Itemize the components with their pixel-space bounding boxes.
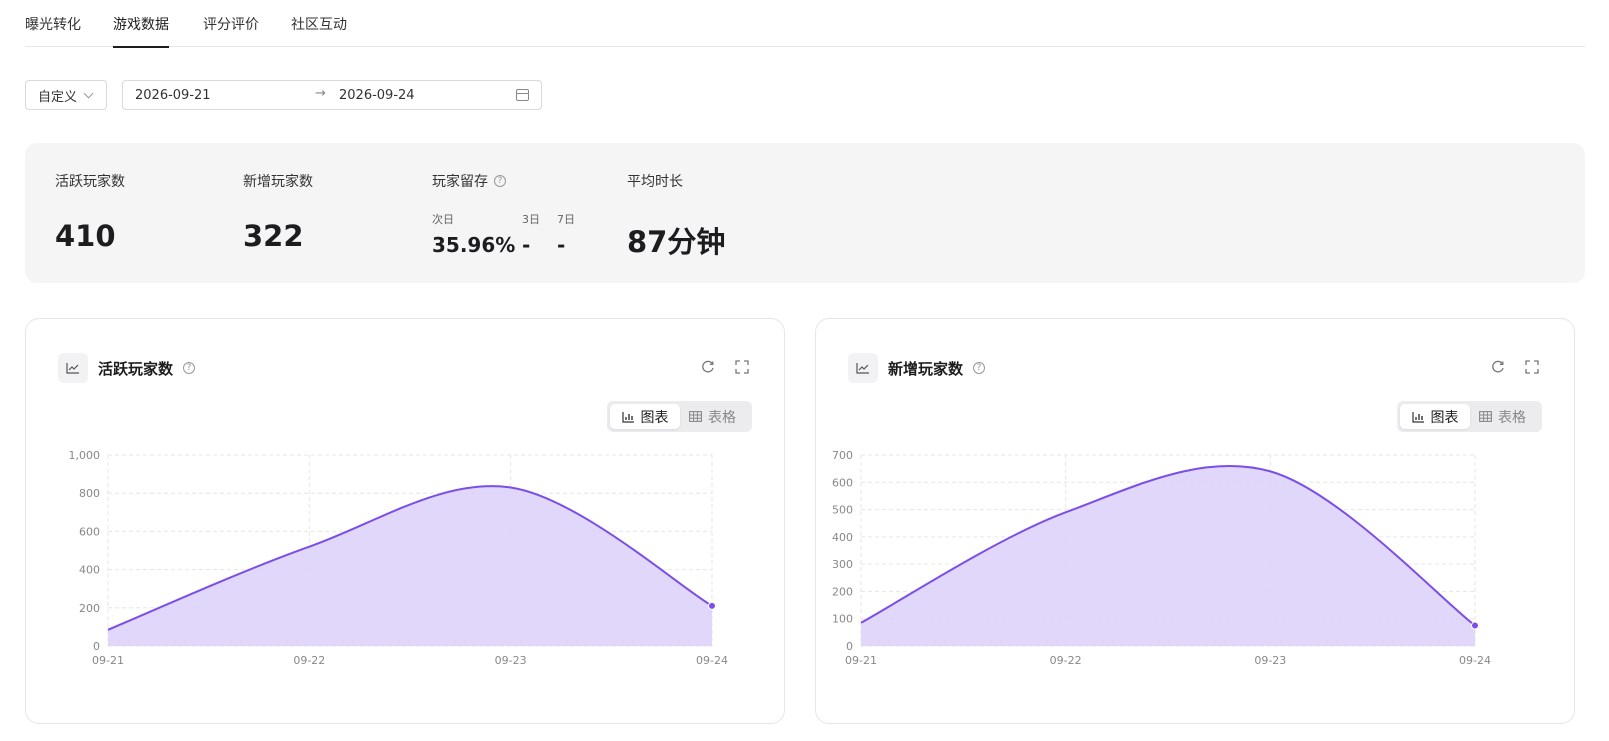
y-tick-label: 500 [832, 504, 853, 517]
arrow-right-icon: → [315, 86, 326, 101]
retention-day7-value: - [557, 233, 566, 257]
tab-game-data[interactable]: 游戏数据 [113, 14, 169, 48]
refresh-icon[interactable] [1490, 359, 1506, 375]
new-players-card: 新增玩家数 ? 图表 表格 0 100 200 300 400 500 600 700 09-2… [815, 318, 1575, 724]
x-tick-label: 09-21 [845, 654, 877, 667]
table-view-button[interactable]: 表格 [689, 404, 749, 429]
tab-community[interactable]: 社区互动 [291, 14, 347, 46]
y-tick-label: 1,000 [69, 449, 101, 462]
y-tick-label: 600 [832, 476, 853, 489]
active-players-card: 活跃玩家数 ? 图表 表格 0 200 400 600 800 1,000 09-21 09-… [25, 318, 785, 724]
fullscreen-icon[interactable] [1524, 359, 1540, 375]
stat-label: 玩家留存 ? [432, 171, 506, 191]
table-view-button[interactable]: 表格 [1479, 404, 1539, 429]
help-icon[interactable]: ? [494, 175, 506, 187]
card-title: 新增玩家数 [888, 359, 964, 378]
x-tick-label: 09-24 [1459, 654, 1491, 667]
chart-view-button[interactable]: 图表 [1400, 404, 1470, 429]
tab-bar: 曝光转化 游戏数据 评分评价 社区互动 [25, 0, 1585, 48]
x-tick-label: 09-22 [1050, 654, 1082, 667]
retention-day3-label: 3日 [522, 213, 540, 226]
retention-day3-value: - [522, 233, 531, 257]
stat-value: 322 [243, 219, 304, 253]
series-area [108, 486, 712, 646]
stat-avg-duration: 平均时长 87分钟 [627, 171, 725, 261]
stats-summary: 活跃玩家数 410 新增玩家数 322 玩家留存 ? 平均时长 87分钟 [25, 143, 1585, 283]
y-tick-label: 800 [79, 487, 100, 500]
chart-view-label: 图表 [1430, 409, 1459, 426]
table-icon [689, 411, 702, 422]
card-header: 活跃玩家数 ? [58, 353, 196, 383]
table-view-label: 表格 [708, 409, 736, 426]
stat-label: 平均时长 [627, 174, 683, 190]
data-point [708, 601, 716, 610]
x-tick-label: 09-22 [293, 654, 325, 667]
chart-view-button[interactable]: 图表 [610, 404, 680, 429]
y-tick-label: 300 [832, 558, 853, 571]
stat-retention: 玩家留存 ? [432, 171, 506, 191]
stat-value: 410 [55, 219, 116, 253]
data-point [1471, 621, 1479, 630]
refresh-icon[interactable] [700, 359, 716, 375]
help-icon[interactable]: ? [183, 362, 196, 374]
y-tick-label: 0 [846, 640, 853, 653]
y-tick-label: 400 [79, 564, 100, 577]
stat-active-players: 活跃玩家数 410 [55, 171, 125, 253]
new-players-area-chart: 0 100 200 300 400 500 600 700 09-21 09-22 09-23 09-… [832, 449, 1491, 667]
series-area [861, 465, 1475, 646]
card-title: 活跃玩家数 [98, 359, 174, 378]
start-date-input[interactable]: 2026-09-21 [135, 88, 211, 103]
bar-chart-icon [621, 411, 634, 423]
help-icon[interactable]: ? [973, 362, 986, 374]
calendar-icon[interactable] [516, 89, 529, 101]
chart-view-label: 图表 [640, 409, 669, 426]
view-toggle: 图表 表格 [607, 401, 752, 432]
active-players-area-chart: 0 200 400 600 800 1,000 09-21 09-22 09-23 09-24 [69, 449, 728, 667]
card-header: 新增玩家数 ? [848, 353, 986, 383]
x-tick-label: 09-24 [696, 654, 728, 667]
y-tick-label: 200 [79, 602, 100, 615]
y-tick-label: 700 [832, 449, 853, 462]
card-tools [1490, 359, 1540, 375]
stat-new-players: 新增玩家数 322 [243, 171, 313, 253]
stat-label: 新增玩家数 [243, 174, 313, 190]
retention-label: 玩家留存 [432, 174, 488, 190]
x-tick-label: 09-23 [1254, 654, 1286, 667]
retention-day7-label: 7日 [557, 213, 575, 226]
table-view-label: 表格 [1498, 409, 1526, 426]
y-tick-label: 100 [832, 613, 853, 626]
x-tick-label: 09-21 [92, 654, 124, 667]
chevron-down-icon [83, 88, 94, 98]
range-type-value: 自定义 [38, 89, 78, 105]
tab-ratings-reviews[interactable]: 评分评价 [203, 14, 259, 46]
stat-value: 87分钟 [627, 225, 726, 259]
view-toggle: 图表 表格 [1397, 401, 1542, 432]
fullscreen-icon[interactable] [734, 359, 750, 375]
card-tools [700, 359, 750, 375]
end-date-input[interactable]: 2026-09-24 [339, 88, 415, 103]
stat-label: 活跃玩家数 [55, 174, 125, 190]
range-type-select[interactable]: 自定义 [25, 80, 107, 110]
tab-exposure-conversion[interactable]: 曝光转化 [25, 14, 81, 46]
line-chart-icon [58, 353, 88, 383]
y-tick-label: 400 [832, 531, 853, 544]
y-tick-label: 600 [79, 525, 100, 538]
bar-chart-icon [1411, 411, 1424, 423]
x-tick-label: 09-23 [495, 654, 527, 667]
line-chart-icon [848, 353, 878, 383]
y-tick-label: 0 [93, 640, 100, 653]
y-tick-label: 200 [832, 585, 853, 598]
retention-day1-value: 35.96% [432, 233, 516, 257]
retention-day1-label: 次日 [432, 213, 454, 226]
date-range-picker[interactable]: 2026-09-21 → 2026-09-24 [122, 80, 542, 110]
table-icon [1479, 411, 1492, 422]
